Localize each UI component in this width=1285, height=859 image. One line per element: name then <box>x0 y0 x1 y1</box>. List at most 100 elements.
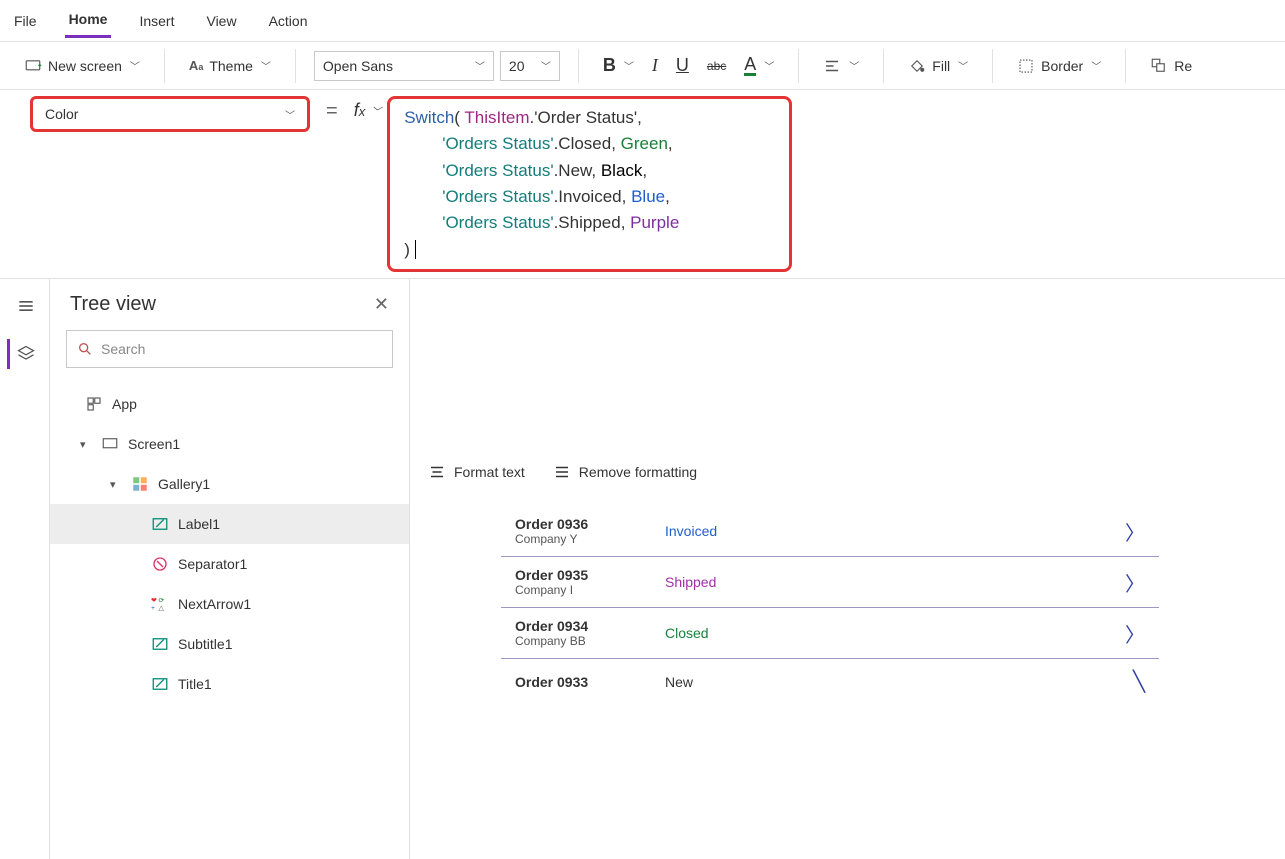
underline-button[interactable]: U <box>670 51 695 80</box>
tree-view-panel: Tree view ✕ Search App ▾ Screen1 ▾ Galle… <box>50 279 410 859</box>
format-text-button[interactable]: Format text <box>428 463 525 481</box>
formula-editor[interactable]: Switch( ThisItem.'Order Status', 'Orders… <box>387 96 792 272</box>
separator-icon <box>150 555 170 573</box>
reorder-button[interactable]: Re <box>1144 53 1198 79</box>
property-dropdown[interactable]: Color ﹀ <box>30 96 310 132</box>
tree-node-label: App <box>112 396 137 412</box>
formula-token: , <box>668 134 673 153</box>
layers-icon[interactable] <box>7 339 43 369</box>
fx-button[interactable]: fx ﹀ <box>354 100 382 121</box>
app-icon <box>84 395 104 413</box>
formula-token: Blue <box>631 187 665 206</box>
tree-node-app[interactable]: App <box>50 384 409 424</box>
format-text-label: Format text <box>454 464 525 480</box>
search-input[interactable]: Search <box>66 330 393 368</box>
formula-token: .New, <box>554 161 601 180</box>
remove-format-icon <box>553 463 571 481</box>
order-status: Invoiced <box>655 523 1125 539</box>
chevron-down-icon: ﹀ <box>958 58 968 73</box>
tree-node-label: NextArrow1 <box>178 596 251 612</box>
tree-node-label: Title1 <box>178 676 212 692</box>
new-screen-button[interactable]: New screen ﹀ <box>18 53 146 79</box>
chevron-right-icon[interactable]: 〉 <box>1125 619 1145 648</box>
fx-icon: fx <box>354 100 366 121</box>
order-company: Company Y <box>515 532 655 546</box>
tree-node-separator1[interactable]: Separator1 <box>50 544 409 584</box>
label-icon <box>150 635 170 653</box>
order-number: Order 0933 <box>515 674 655 690</box>
tree-node-screen1[interactable]: ▾ Screen1 <box>50 424 409 464</box>
bold-button[interactable]: B﹀ <box>597 51 640 80</box>
chevron-down-icon: ﹀ <box>849 58 859 73</box>
caret-down-icon: ▾ <box>110 478 122 491</box>
order-status: New <box>655 674 1133 690</box>
border-label: Border <box>1041 58 1083 74</box>
chevron-right-icon[interactable]: 〉 <box>1125 568 1145 597</box>
theme-button[interactable]: Aa Theme ﹀ <box>183 54 277 78</box>
formula-token: .Invoiced, <box>554 187 632 206</box>
tree-node-gallery1[interactable]: ▾ Gallery1 <box>50 464 409 504</box>
new-screen-label: New screen <box>48 58 122 74</box>
remove-formatting-label: Remove formatting <box>579 464 697 480</box>
tree-node-label: Gallery1 <box>158 476 210 492</box>
tree-node-subtitle1[interactable]: Subtitle1 <box>50 624 409 664</box>
chevron-down-icon: ﹀ <box>1091 58 1101 73</box>
formula-bar-row: Color ﹀ = fx ﹀ Switch( ThisItem.'Order S… <box>0 90 1285 279</box>
order-row[interactable]: Order 0933New╲ <box>501 659 1159 704</box>
hamburger-icon[interactable] <box>7 291 43 321</box>
strikethrough-button[interactable]: abc <box>701 55 732 77</box>
tree-node-label: Separator1 <box>178 556 247 572</box>
border-button[interactable]: Border ﹀ <box>1011 53 1107 79</box>
menu-home[interactable]: Home <box>65 3 112 38</box>
reorder-label: Re <box>1174 58 1192 74</box>
remove-formatting-button[interactable]: Remove formatting <box>553 463 697 481</box>
align-button[interactable]: ﹀ <box>817 53 865 79</box>
tree-node-nextarrow1[interactable]: ❤⟳+△ NextArrow1 <box>50 584 409 624</box>
order-row[interactable]: Order 0934Company BBClosed〉 <box>501 608 1159 659</box>
canvas: Format text Remove formatting Order 0936… <box>410 279 1285 859</box>
label-icon <box>150 515 170 533</box>
menu-insert[interactable]: Insert <box>135 5 178 37</box>
order-company: Company I <box>515 583 655 597</box>
align-icon <box>823 57 841 75</box>
search-icon <box>77 341 93 357</box>
gallery-preview: Order 0936Company YInvoiced〉Order 0935Co… <box>500 505 1160 705</box>
order-row[interactable]: Order 0936Company YInvoiced〉 <box>501 506 1159 557</box>
gallery-icon <box>130 475 150 493</box>
svg-text:⟳: ⟳ <box>159 598 165 605</box>
close-icon[interactable]: ✕ <box>374 294 389 315</box>
font-color-button[interactable]: A ﹀ <box>738 51 780 80</box>
chevron-down-icon: ﹀ <box>371 103 381 118</box>
order-company: Company BB <box>515 634 655 648</box>
equals-sign: = <box>326 100 338 123</box>
menu-view[interactable]: View <box>202 5 240 37</box>
bold-icon: B <box>603 55 616 76</box>
formula-format-bar: Format text Remove formatting <box>428 463 697 481</box>
font-name-value: Open Sans <box>323 58 393 74</box>
menu-bar: File Home Insert View Action <box>0 0 1285 42</box>
formula-token: ThisItem <box>460 108 530 127</box>
menu-action[interactable]: Action <box>265 5 312 37</box>
formula-token: , <box>642 161 647 180</box>
paint-bucket-icon <box>908 57 926 75</box>
search-placeholder: Search <box>101 341 145 357</box>
italic-button[interactable]: I <box>646 51 664 80</box>
formula-token: Green <box>621 134 668 153</box>
screen-icon <box>100 435 120 453</box>
tree-node-label1[interactable]: Label1 <box>50 504 409 544</box>
order-number: Order 0935 <box>515 567 655 583</box>
menu-file[interactable]: File <box>10 5 41 37</box>
left-rail <box>0 279 50 859</box>
theme-icon: Aa <box>189 58 203 73</box>
fill-button[interactable]: Fill ﹀ <box>902 53 974 79</box>
reorder-icon <box>1150 57 1168 75</box>
tree-node-title1[interactable]: Title1 <box>50 664 409 704</box>
property-dropdown-value: Color <box>45 106 78 122</box>
strikethrough-icon: abc <box>707 59 726 73</box>
chevron-right-icon[interactable]: ╲ <box>1133 669 1145 694</box>
chevron-right-icon[interactable]: 〉 <box>1125 517 1145 546</box>
chevron-down-icon: ﹀ <box>541 58 551 73</box>
order-row[interactable]: Order 0935Company IShipped〉 <box>501 557 1159 608</box>
font-name-select[interactable]: Open Sans ﹀ <box>314 51 494 81</box>
font-size-select[interactable]: 20 ﹀ <box>500 51 560 81</box>
